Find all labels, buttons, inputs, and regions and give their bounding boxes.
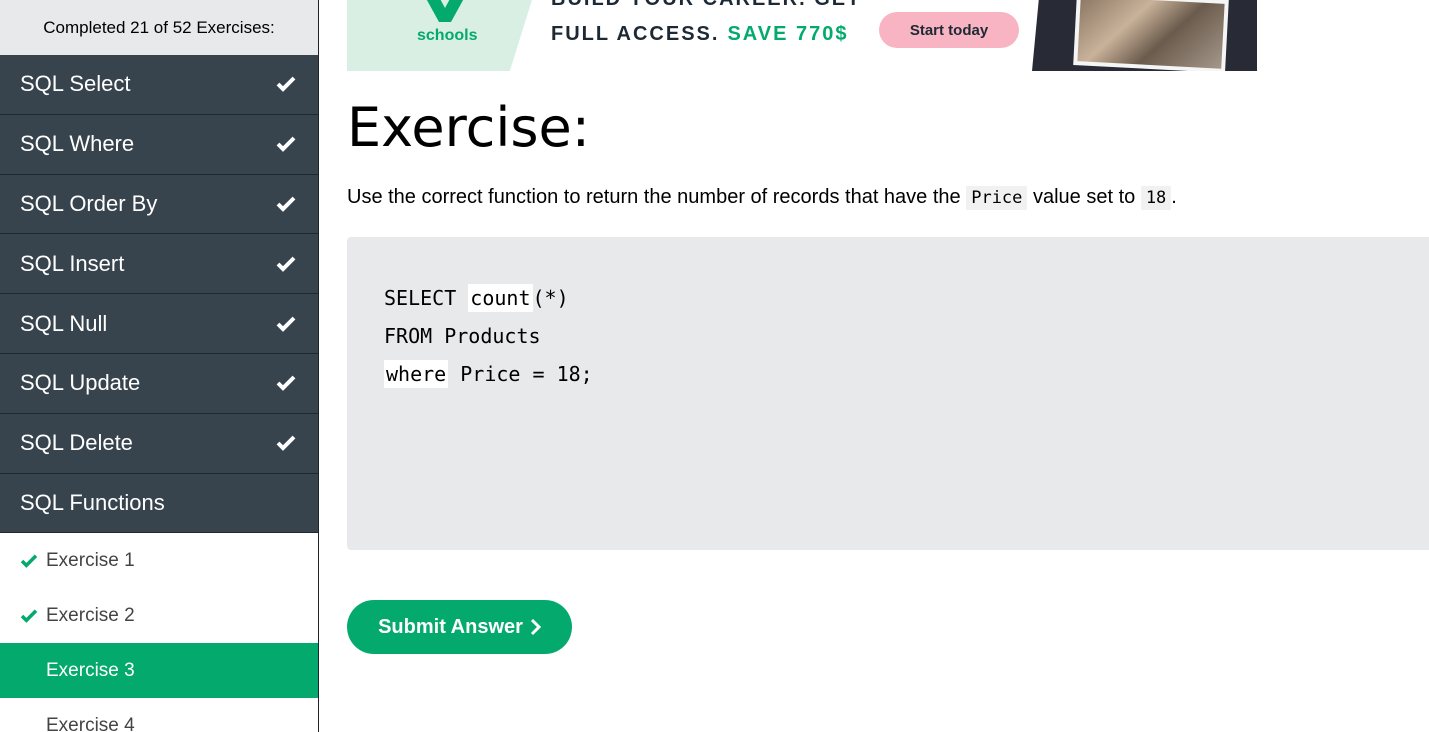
sidebar-exercise-item[interactable]: Exercise 2 [0,588,318,643]
code-line-2: FROM Products [384,324,541,348]
code-keyword-select: SELECT [384,286,457,310]
chapter-label: SQL Null [20,310,108,336]
sidebar-exercise-item[interactable]: Exercise 1 [0,533,318,588]
sidebar-chapter-item[interactable]: SQL Select [0,55,318,115]
instruction-text: Use the correct function to return the n… [347,186,967,208]
code-line-1: SELECT count (*) [384,279,1392,317]
start-today-button[interactable]: Start today [879,12,1019,48]
code-text: (*) [532,286,569,310]
chapter-label: SQL Delete [20,430,133,456]
page-title: Exercise: [347,96,590,159]
checkmark-icon [274,192,298,216]
ad-banner[interactable]: schools BUILD YOUR CAREER. GET FULL ACCE… [347,0,1257,71]
w3schools-logo-icon [426,0,464,22]
banner-headline-text: FULL ACCESS. [551,23,720,45]
exercise-label: Exercise 3 [46,659,135,681]
banner-headline: FULL ACCESS. SAVE 770$ [551,23,848,46]
chapter-label: SQL Insert [20,250,125,276]
banner-photo [1073,0,1229,71]
checkmark-icon [274,252,298,276]
answer-field-2[interactable]: where [384,360,449,388]
chapter-label: SQL Functions [20,489,165,515]
exercise-sidebar: Completed 21 of 52 Exercises: SQL Select… [0,0,319,732]
code-text: Price = 18; [460,362,593,386]
sidebar-chapter-item[interactable]: SQL Order By [0,174,318,235]
banner-headline-top: BUILD YOUR CAREER. GET [551,0,861,11]
sidebar-exercise-item[interactable]: Exercise 3 [0,643,318,699]
exercise-instructions: Use the correct function to return the n… [347,186,1177,210]
answer-field-1[interactable]: count [468,284,533,312]
submit-label: Submit Answer [378,615,523,638]
sidebar-chapter-item[interactable]: SQL Insert [0,234,318,295]
chapter-label: SQL Select [20,71,131,97]
banner-logo-text: schools [417,27,478,44]
sidebar-exercise-item[interactable]: Exercise 4 [0,698,318,732]
exercise-label: Exercise 2 [46,604,135,626]
instruction-code-value: 18 [1140,186,1172,210]
chapter-label: SQL Order By [20,190,158,216]
code-line-3: where Price = 18; [384,355,1392,393]
checkmark-icon [274,371,298,395]
checkmark-icon [274,132,298,156]
chapter-label: SQL Where [20,131,135,157]
exercise-label: Exercise 1 [46,549,135,571]
sidebar-chapter-item[interactable]: SQL Null [0,294,318,354]
exercise-list: Exercise 1 Exercise 2 Exercise 3 Exercise 4 [0,533,318,732]
checkmark-icon [274,431,298,455]
exercise-label: Exercise 4 [46,714,135,732]
instruction-text-end: . [1171,186,1177,208]
chevron-right-icon [529,618,541,636]
instruction-text-mid: value set to [1027,186,1141,208]
sidebar-chapter-item[interactable]: SQL Where [0,114,318,175]
chapter-label: SQL Update [20,370,141,396]
sidebar-chapter-item[interactable]: SQL Functions [0,473,318,534]
submit-answer-button[interactable]: Submit Answer [347,600,572,654]
checkmark-icon [20,554,46,568]
chapter-list: SQL Select SQL Where SQL Order By SQL Inser… [0,55,318,534]
checkmark-icon [274,72,298,96]
checkmark-icon [274,312,298,336]
sidebar-chapter-item[interactable]: SQL Delete [0,413,318,474]
checkmark-icon [20,609,46,623]
instruction-code-price: Price [966,186,1028,210]
main-content: schools BUILD YOUR CAREER. GET FULL ACCE… [347,0,1429,732]
code-exercise-area: SELECT count (*) FROM Products where Pric… [347,237,1429,550]
sidebar-chapter-item[interactable]: SQL Update [0,353,318,414]
progress-text: Completed 21 of 52 Exercises: [0,0,318,55]
banner-save-text: SAVE 770$ [727,23,849,45]
